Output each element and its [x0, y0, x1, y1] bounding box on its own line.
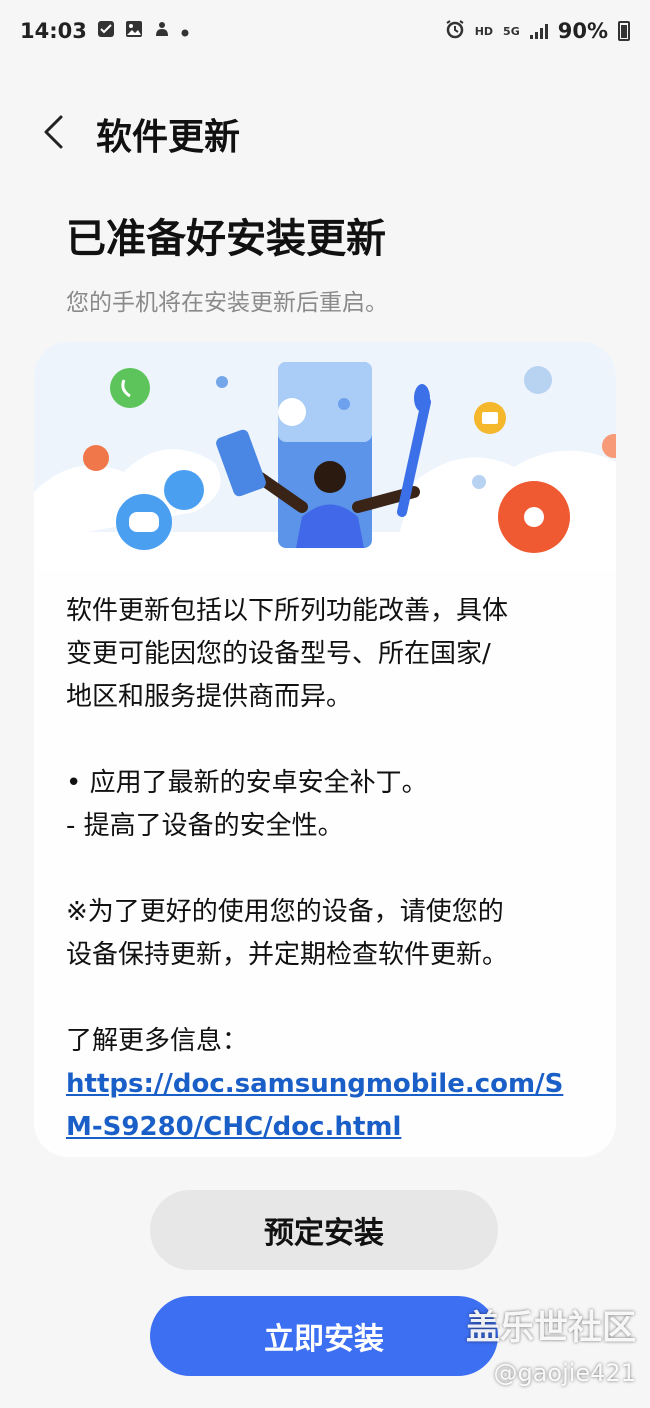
status-right: HD 5G 90% [445, 19, 630, 44]
header-title: 软件更新 [96, 117, 241, 158]
status-bar: 14:03 HD 5G 90% [0, 0, 650, 62]
page-title: 已准备好安装更新 [66, 216, 386, 262]
app-header: 软件更新 [0, 92, 650, 172]
status-left: 14:03 [20, 19, 189, 43]
more-info-label: 了解更多信息： [66, 1026, 249, 1056]
back-button[interactable] [30, 108, 78, 156]
chevron-left-icon [44, 115, 63, 149]
network-indicator: 5G [503, 24, 520, 38]
page-subtitle: 您的手机将在安装更新后重启。 [66, 290, 388, 316]
alarm-icon [445, 19, 465, 44]
update-sub-bullet: - 提高了设备的安全性。 [66, 811, 344, 841]
update-note: ※为了更好的使用您的设备，请使您的 设备保持更新，并定期检查软件更新。 [66, 897, 509, 970]
gallery-icon [125, 20, 143, 43]
status-time: 14:03 [20, 19, 87, 43]
update-bullet: • 应用了最新的安卓安全补丁。 [66, 768, 428, 798]
watermark-name: 盖乐世社区 [466, 1308, 636, 1348]
notification-icon [153, 20, 171, 43]
update-notes: 软件更新包括以下所列功能改善，具体 变更可能因您的设备型号、所在国家/ 地区和服… [66, 590, 596, 1149]
more-info-link[interactable]: https://doc.samsungmobile.com/SM-S9280/C… [66, 1063, 566, 1149]
watermark: 盖乐世社区 @gaojie421 [466, 1300, 636, 1387]
battery-icon [618, 21, 630, 41]
update-details-card[interactable]: 软件更新包括以下所列功能改善，具体 变更可能因您的设备型号、所在国家/ 地区和服… [34, 342, 616, 1157]
battery-percent: 90% [557, 19, 608, 43]
schedule-install-button[interactable]: 预定安装 [150, 1190, 498, 1270]
install-now-button[interactable]: 立即安装 [150, 1296, 498, 1376]
signal-icon [529, 23, 548, 39]
checkbox-icon [97, 20, 115, 43]
update-illustration [34, 342, 616, 570]
update-intro: 软件更新包括以下所列功能改善，具体 变更可能因您的设备型号、所在国家/ 地区和服… [66, 596, 509, 712]
watermark-user: @gaojie421 [493, 1359, 636, 1387]
hd-indicator: HD [474, 24, 494, 38]
dot-icon [181, 21, 189, 42]
